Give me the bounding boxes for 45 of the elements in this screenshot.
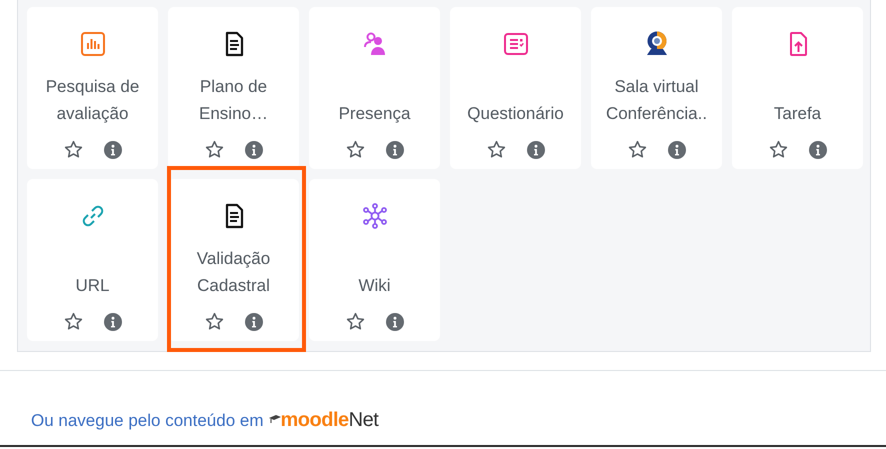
activity-name: Validação bbox=[196, 248, 270, 270]
star-icon[interactable] bbox=[486, 140, 506, 159]
info-icon[interactable] bbox=[244, 312, 262, 330]
activity-name: Questionário bbox=[467, 103, 564, 125]
network-icon bbox=[360, 202, 388, 230]
star-icon[interactable] bbox=[768, 140, 788, 159]
checklist-icon bbox=[502, 30, 530, 58]
activity-name: URL bbox=[75, 275, 110, 297]
info-icon[interactable] bbox=[808, 140, 826, 158]
activity-card[interactable]: Pesquisa de avaliação bbox=[27, 7, 158, 169]
info-icon[interactable] bbox=[244, 140, 262, 158]
star-icon[interactable] bbox=[628, 140, 646, 159]
activity-name: Wiki bbox=[358, 275, 391, 297]
activity-card[interactable]: Presença bbox=[309, 7, 440, 169]
activity-name: Plano de bbox=[200, 76, 268, 98]
activity-name: Sala virtual bbox=[614, 76, 699, 98]
chart-icon bbox=[78, 30, 106, 58]
activity-card[interactable]: Plano de Ensino… bbox=[168, 7, 299, 169]
info-icon[interactable] bbox=[526, 140, 544, 158]
activity-card[interactable]: Questionário bbox=[450, 7, 581, 169]
activity-name: Ensino… bbox=[199, 103, 268, 125]
info-icon[interactable] bbox=[104, 312, 122, 330]
info-icon[interactable] bbox=[104, 140, 122, 158]
star-icon[interactable] bbox=[346, 140, 364, 159]
moodlenet-logo[interactable]: moodleNet bbox=[268, 409, 378, 432]
star-icon[interactable] bbox=[346, 312, 364, 331]
activity-name: Pesquisa de bbox=[46, 76, 140, 98]
star-icon[interactable] bbox=[204, 312, 224, 331]
info-icon[interactable] bbox=[386, 312, 404, 330]
activity-name: Presença bbox=[338, 103, 410, 125]
star-icon[interactable] bbox=[204, 140, 224, 159]
star-icon[interactable] bbox=[64, 312, 82, 331]
activity-name: Cadastral bbox=[197, 275, 270, 297]
activity-name: Tarefa bbox=[774, 103, 822, 125]
activity-card[interactable]: URL bbox=[27, 179, 158, 341]
activity-card[interactable]: Wiki bbox=[309, 179, 440, 341]
info-icon[interactable] bbox=[668, 140, 686, 158]
activity-name: avaliação bbox=[56, 103, 128, 125]
info-icon[interactable] bbox=[386, 140, 404, 158]
activity-name: Conferência.. bbox=[606, 103, 708, 125]
star-icon[interactable] bbox=[64, 140, 82, 159]
activity-card[interactable]: Tarefa bbox=[732, 7, 863, 169]
activity-card[interactable]: Sala virtual Conferência.. bbox=[591, 7, 722, 169]
activity-card[interactable]: Validação Cadastral bbox=[168, 179, 299, 341]
browse-link[interactable]: Ou navegue pelo conteúdo em bbox=[31, 410, 264, 430]
